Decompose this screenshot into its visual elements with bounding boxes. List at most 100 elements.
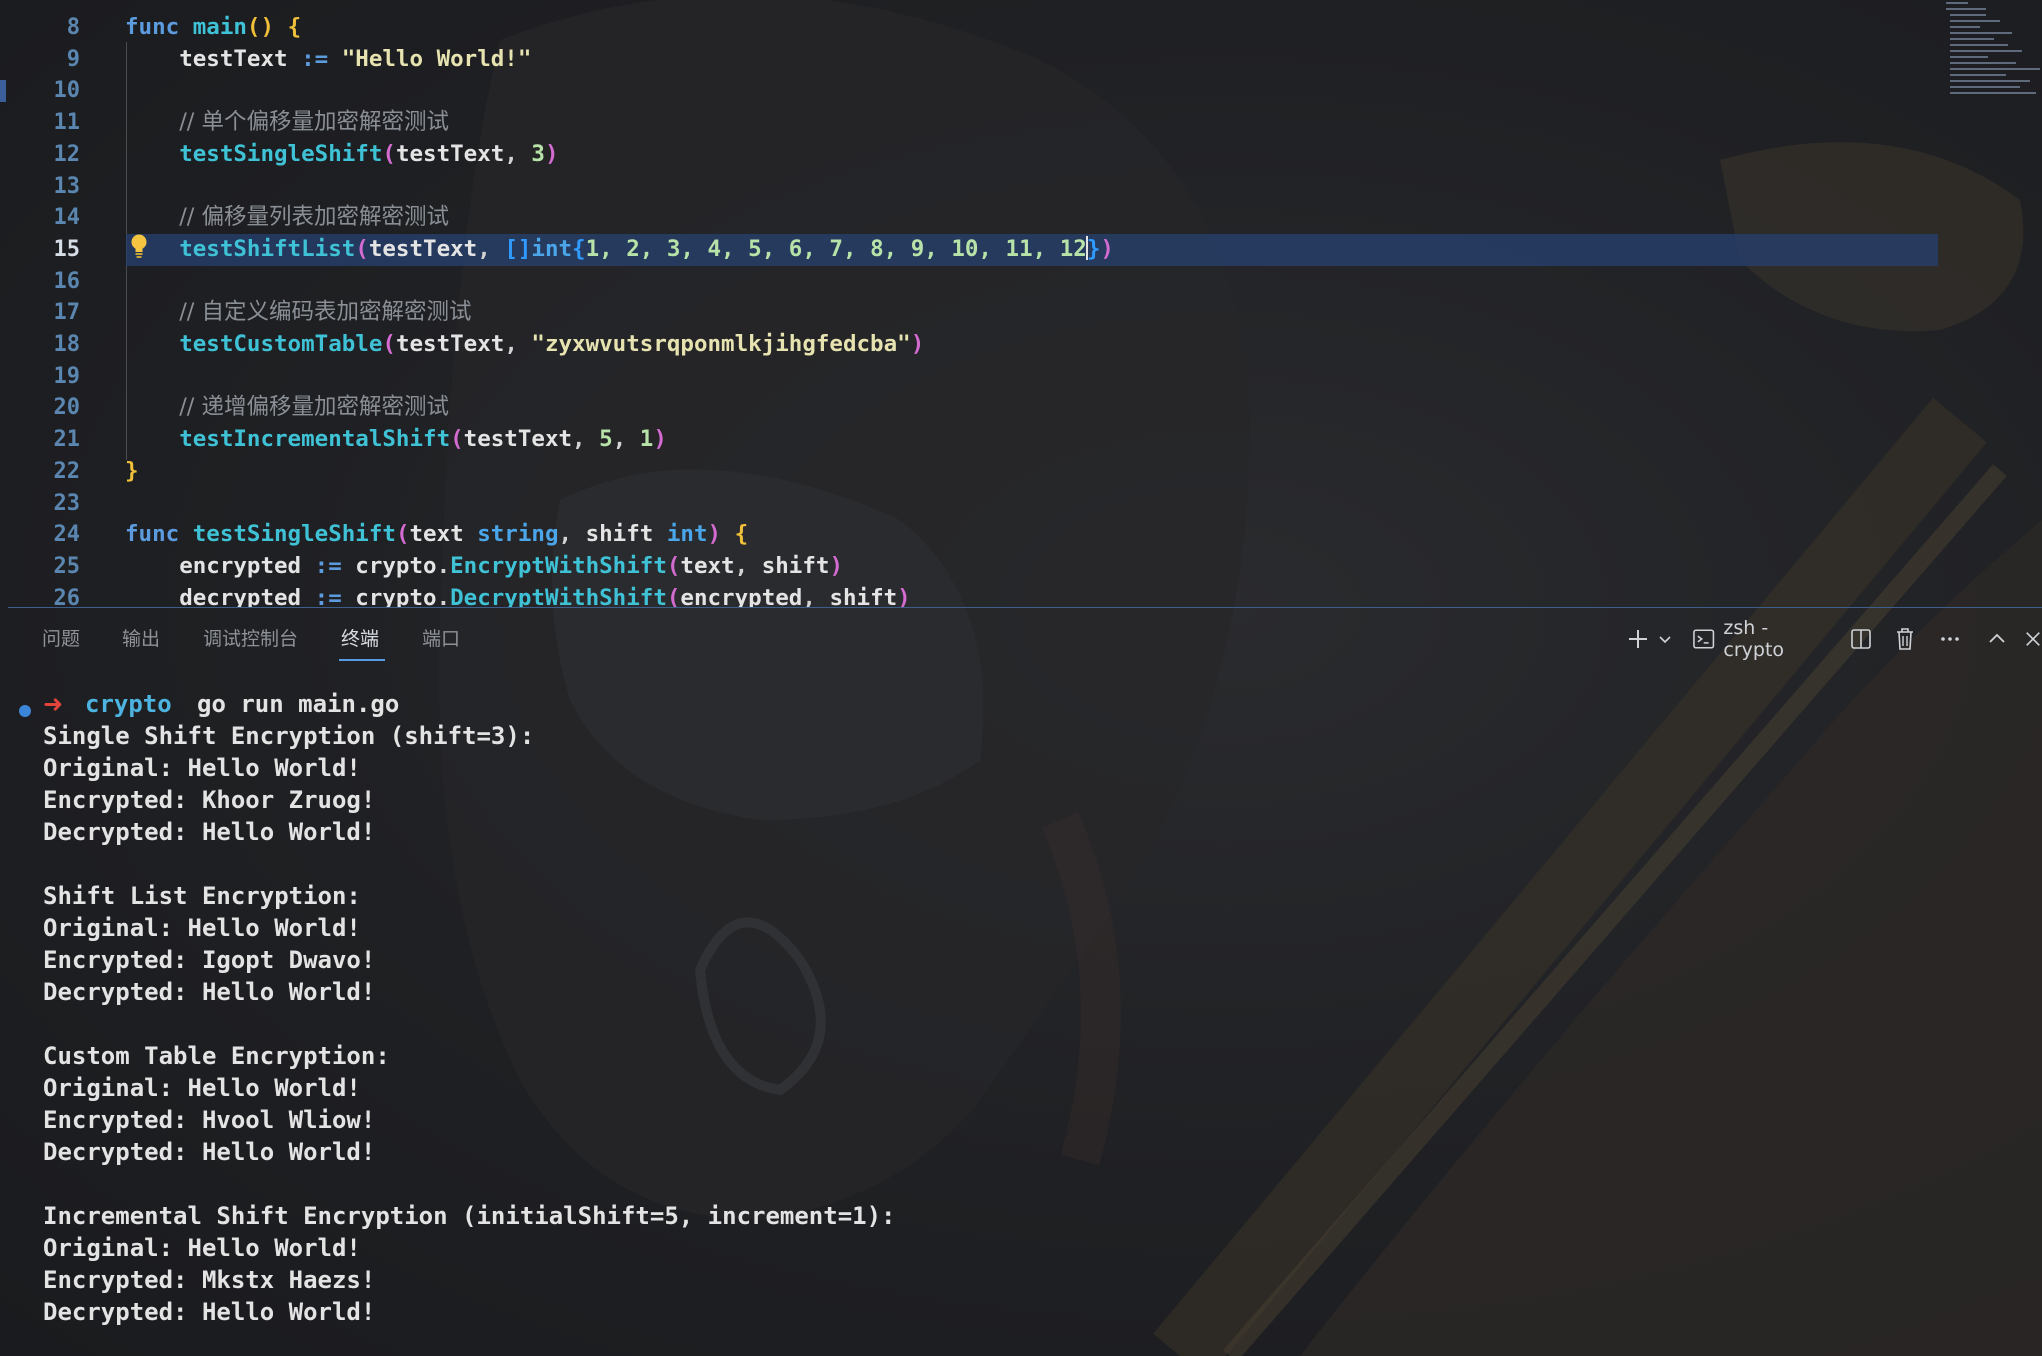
- code-line[interactable]: 14 // 偏移量列表加密解密测试: [0, 202, 2042, 234]
- line-number: 12: [53, 141, 81, 167]
- kill-terminal-button[interactable]: [1890, 622, 1920, 656]
- terminal-line: Incremental Shift Encryption (initialShi…: [43, 1202, 896, 1230]
- terminal-line: Encrypted: Mkstx Haezs!: [43, 1266, 376, 1294]
- tab-ports[interactable]: 端口: [422, 626, 460, 652]
- code-comment: // 递增偏移量加密解密测试: [179, 394, 450, 421]
- terminal-icon: [1693, 629, 1715, 649]
- code-text: testIncrementalShift(testText, 5, 1): [179, 426, 667, 453]
- code-line[interactable]: 17 // 自定义编码表加密解密测试: [0, 297, 2042, 329]
- tab-terminal[interactable]: 终端: [341, 626, 379, 652]
- code-text: testSingleShift(testText, 3): [179, 140, 559, 167]
- terminal-line: Encrypted: Hvool Wliow!: [43, 1106, 376, 1134]
- code-text: testText := "Hello World!": [179, 45, 532, 72]
- terminal-line: Original: Hello World!: [43, 1234, 361, 1262]
- code-text: decrypted := crypto.DecryptWithShift(enc…: [179, 584, 911, 607]
- terminal-line: Decrypted: Hello World!: [43, 818, 376, 846]
- code-line[interactable]: 22 }: [0, 456, 2042, 488]
- code-text: func testSingleShift(text string, shift …: [125, 521, 749, 548]
- terminal-instance-selector[interactable]: zsh - crypto: [1692, 617, 1832, 661]
- line-number: 18: [53, 332, 81, 357]
- terminal-name-label: zsh - crypto: [1723, 617, 1785, 661]
- prompt-command: go run main.go: [197, 690, 400, 718]
- line-number: 13: [53, 173, 81, 199]
- code-text: }: [125, 457, 139, 484]
- code-line[interactable]: 9 testText := "Hello World!": [0, 44, 2042, 76]
- line-number: 24: [53, 522, 81, 548]
- code-line[interactable]: 11 // 单个偏移量加密解密测试: [0, 107, 2042, 139]
- code-line[interactable]: 8 func main() {: [0, 12, 2042, 44]
- ellipsis-icon: [1941, 637, 1959, 641]
- trash-icon: [1897, 628, 1913, 650]
- tab-output[interactable]: 输出: [122, 626, 160, 652]
- terminal-line: Decrypted: Hello World!: [43, 1138, 376, 1166]
- code-line[interactable]: 10: [0, 75, 2042, 107]
- terminal-line: Encrypted: Igopt Dwavo!: [43, 946, 376, 974]
- code-line[interactable]: 21 testIncrementalShift(testText, 5, 1): [0, 424, 2042, 456]
- chevron-up-icon: [1989, 633, 2005, 643]
- active-tab-indicator: [339, 659, 385, 661]
- terminal-line: Shift List Encryption:: [43, 882, 361, 910]
- terminal-line: Single Shift Encryption (shift=3):: [43, 722, 535, 750]
- close-icon: [2026, 632, 2040, 646]
- code-line[interactable]: 25 encrypted := crypto.EncryptWithShift(…: [0, 551, 2042, 583]
- line-number: 23: [53, 490, 81, 516]
- code-line[interactable]: 24 func testSingleShift(text string, shi…: [0, 519, 2042, 551]
- code-line[interactable]: 16: [0, 266, 2042, 298]
- maximize-panel-button[interactable]: [1982, 622, 2012, 656]
- terminal-line: Custom Table Encryption:: [43, 1042, 390, 1070]
- code-editor[interactable]: 8 func main() { 9 testText := "Hello Wor…: [0, 0, 2042, 607]
- new-terminal-button[interactable]: [1622, 622, 1654, 656]
- code-line[interactable]: 23: [0, 488, 2042, 520]
- terminal-prompt-line: ➜ crypto go run main.go: [0, 688, 2042, 720]
- split-terminal-button[interactable]: [1846, 622, 1876, 656]
- lightbulb-icon[interactable]: [130, 233, 148, 259]
- code-line[interactable]: 18 testCustomTable(testText, "zyxwvutsrq…: [0, 329, 2042, 361]
- command-decoration-dot[interactable]: [19, 705, 31, 717]
- code-line[interactable]: 12 testSingleShift(testText, 3): [0, 139, 2042, 171]
- prompt-directory: crypto: [85, 690, 172, 718]
- minimap[interactable]: [1944, 0, 2042, 100]
- terminal-output[interactable]: ➜ crypto go run main.go Single Shift Enc…: [0, 688, 2042, 1356]
- line-number: 10: [53, 78, 81, 104]
- line-number: 26: [53, 585, 81, 607]
- terminal-line: Decrypted: Hello World!: [43, 1298, 376, 1326]
- code-text: func main() {: [125, 14, 302, 40]
- code-text: testShiftList(testText, []int{1, 2, 3, 4…: [179, 235, 1114, 262]
- line-number: 11: [53, 110, 81, 136]
- line-number: 9: [66, 46, 80, 72]
- terminal-line: Original: Hello World!: [43, 754, 361, 782]
- code-line[interactable]: 13: [0, 171, 2042, 203]
- code-line-active[interactable]: 15 testShiftList(testText, []int{1, 2, 3…: [0, 233, 2042, 266]
- split-icon: [1851, 629, 1871, 649]
- tab-debug-console[interactable]: 调试控制台: [203, 626, 298, 652]
- more-actions-button[interactable]: [1934, 622, 1966, 656]
- terminal-launch-profile-dropdown[interactable]: [1654, 622, 1676, 656]
- code-comment: // 自定义编码表加密解密测试: [179, 299, 472, 326]
- panel-tab-bar: 问题 输出 调试控制台 终端 端口 zsh - crypto: [0, 612, 2042, 668]
- chevron-down-icon: [1659, 636, 1671, 644]
- close-panel-button[interactable]: [2024, 622, 2042, 656]
- line-number: 19: [53, 363, 81, 389]
- terminal-line: Original: Hello World!: [43, 1074, 361, 1102]
- code-line[interactable]: 26 decrypted := crypto.DecryptWithShift(…: [0, 583, 2042, 607]
- code-line[interactable]: 19: [0, 361, 2042, 393]
- code-line[interactable]: 20 // 递增偏移量加密解密测试: [0, 392, 2042, 424]
- plus-icon: [1629, 630, 1647, 648]
- line-number: 16: [53, 268, 81, 294]
- line-number: 14: [53, 205, 81, 231]
- line-number: 21: [53, 427, 81, 453]
- tab-problems[interactable]: 问题: [42, 626, 80, 652]
- terminal-line: Encrypted: Khoor Zruog!: [43, 786, 376, 814]
- code-text: testCustomTable(testText, "zyxwvutsrqpon…: [179, 331, 925, 357]
- code-comment: // 偏移量列表加密解密测试: [179, 204, 450, 231]
- line-number: 15: [53, 236, 81, 262]
- code-text: encrypted := crypto.EncryptWithShift(tex…: [179, 552, 843, 579]
- line-number: 8: [66, 15, 80, 40]
- line-number: 20: [53, 395, 81, 421]
- line-number: 22: [53, 458, 81, 484]
- line-number: 17: [53, 300, 81, 326]
- code-comment: // 单个偏移量加密解密测试: [179, 109, 450, 136]
- panel-divider[interactable]: [8, 607, 2042, 608]
- terminal-line: Original: Hello World!: [43, 914, 361, 942]
- terminal-line: Decrypted: Hello World!: [43, 978, 376, 1006]
